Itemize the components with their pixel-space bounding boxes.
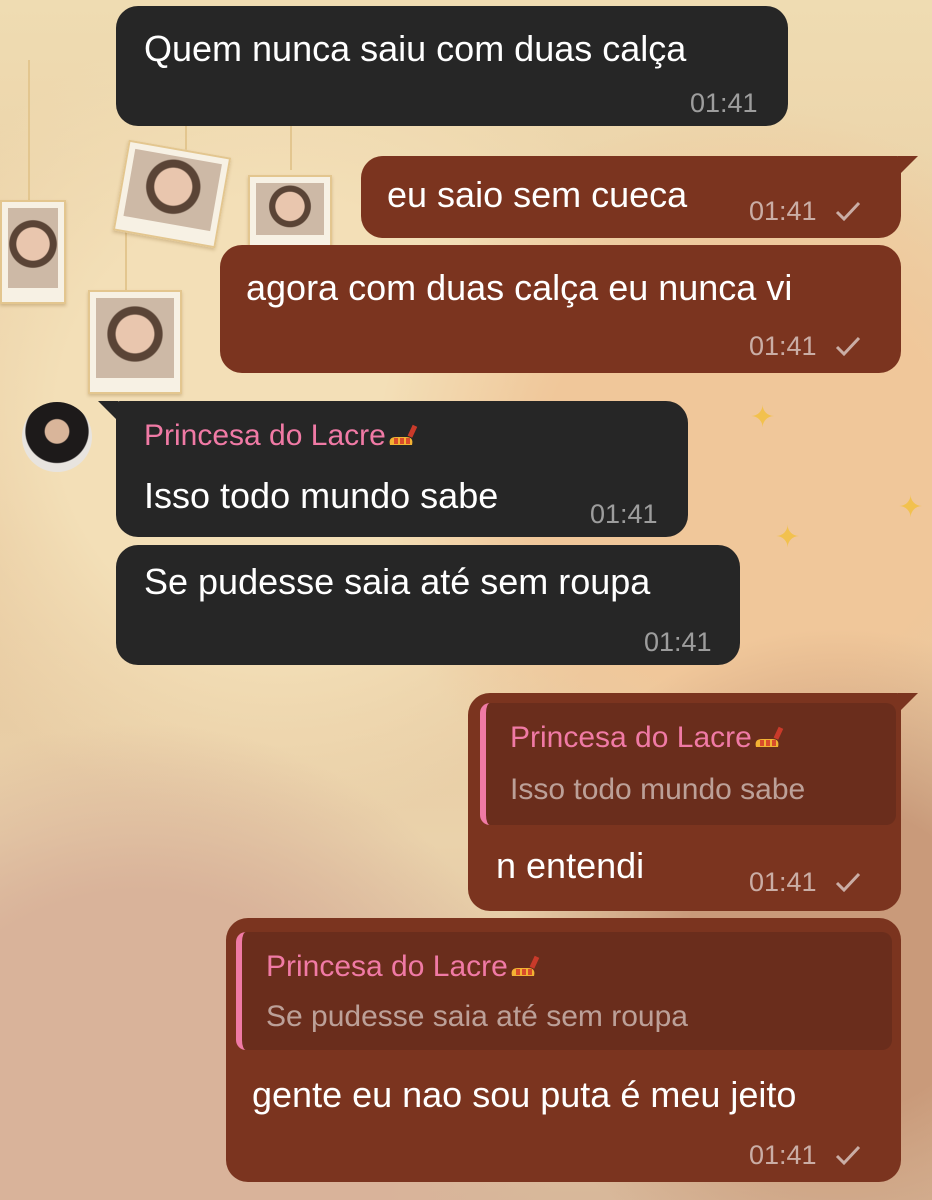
message-text: Isso todo mundo sabe	[144, 475, 499, 516]
message-text: gente eu nao sou puta é meu jeito	[252, 1074, 797, 1115]
reply-preview[interactable]: Princesa do Lacre Se pudesse saia até se…	[236, 932, 892, 1050]
wallpaper-photo	[0, 200, 66, 304]
message-text: eu saio sem cueca	[387, 174, 688, 215]
wallpaper-string	[28, 60, 30, 200]
sender-name[interactable]: Princesa do Lacre	[144, 419, 420, 453]
bubble-tail	[898, 693, 918, 713]
message-time: 01:41	[690, 88, 758, 118]
star-icon: ✦	[750, 401, 776, 434]
message-bubble-outgoing[interactable]: eu saio sem cueca 01:41	[361, 156, 901, 238]
bubble-tail	[898, 156, 918, 176]
message-bubble-outgoing[interactable]: Princesa do Lacre Isso todo mundo sabe n…	[468, 693, 901, 911]
user-avatar[interactable]	[22, 402, 92, 472]
message-time: 01:41	[749, 1140, 817, 1170]
check-icon	[835, 336, 861, 357]
wallpaper-photo	[112, 139, 232, 249]
message-time: 01:41	[749, 867, 817, 897]
check-icon	[835, 872, 861, 893]
star-icon: ✦	[898, 491, 924, 524]
message-time: 01:41	[644, 627, 712, 657]
reply-text: Se pudesse saia até sem roupa	[266, 1000, 688, 1033]
reply-sender-name: Princesa do Lacre	[510, 721, 786, 755]
message-bubble-incoming[interactable]: Princesa do Lacre Isso todo mundo sabe 0…	[116, 401, 688, 537]
message-bubble-outgoing[interactable]: Princesa do Lacre Se pudesse saia até se…	[226, 918, 901, 1182]
message-bubble-outgoing[interactable]: agora com duas calça eu nunca vi 01:41	[220, 245, 901, 373]
message-text: n entendi	[496, 845, 645, 886]
reply-preview[interactable]: Princesa do Lacre Isso todo mundo sabe	[480, 703, 896, 825]
message-time: 01:41	[749, 331, 817, 361]
message-text: agora com duas calça eu nunca vi	[246, 267, 793, 308]
message-text: Se pudesse saia até sem roupa	[144, 561, 651, 602]
wallpaper-photo	[88, 290, 182, 394]
check-icon	[835, 201, 861, 222]
message-bubble-incoming[interactable]: Quem nunca saiu com duas calça 01:41	[116, 6, 788, 126]
bubble-tail	[98, 401, 118, 421]
nail-polish-emoji	[389, 424, 418, 446]
message-bubble-incoming[interactable]: Se pudesse saia até sem roupa 01:41	[116, 545, 740, 665]
check-icon	[835, 1145, 861, 1166]
reply-text: Isso todo mundo sabe	[510, 773, 806, 806]
message-text: Quem nunca saiu com duas calça	[144, 28, 687, 69]
nail-polish-emoji	[755, 726, 784, 748]
message-time: 01:41	[749, 196, 817, 226]
star-icon: ✦	[775, 521, 801, 554]
nail-polish-emoji	[511, 955, 540, 977]
reply-sender-name: Princesa do Lacre	[266, 950, 542, 984]
message-time: 01:41	[590, 499, 658, 529]
wallpaper-photo	[248, 175, 332, 251]
